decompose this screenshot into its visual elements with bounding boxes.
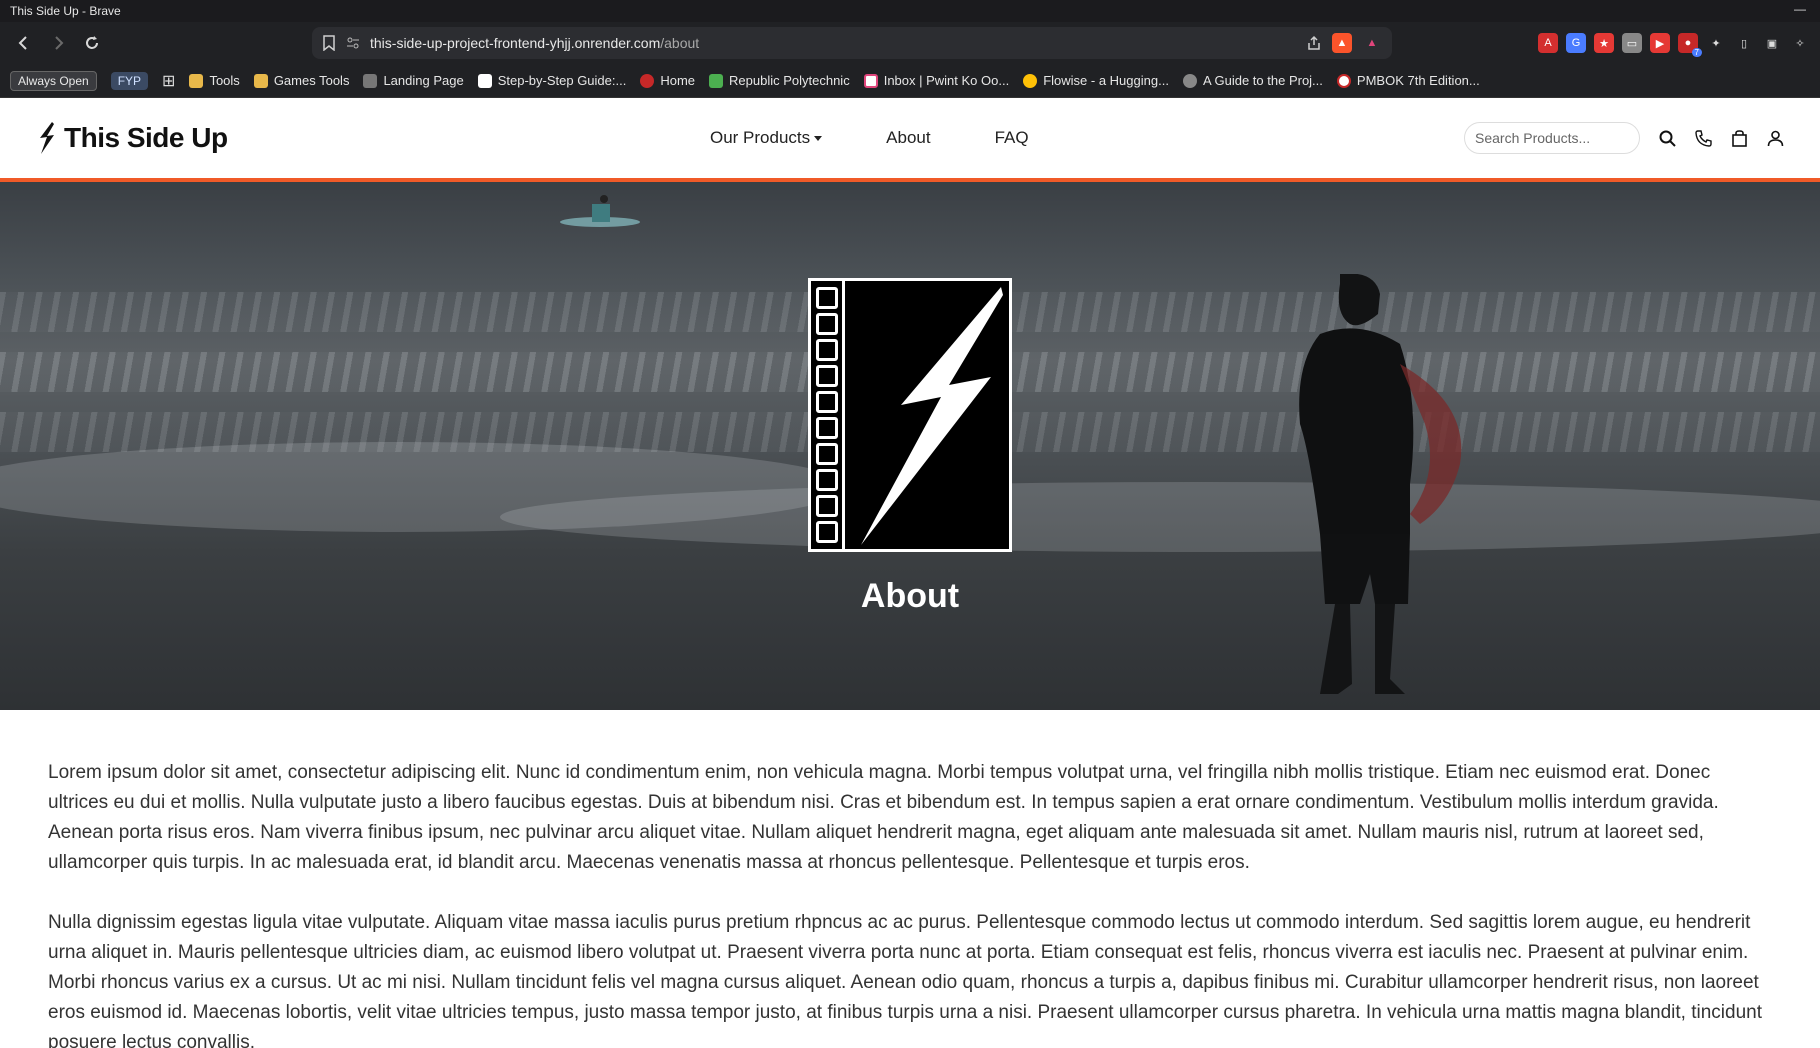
shopping-bag-icon[interactable] xyxy=(1730,129,1748,147)
rp-icon xyxy=(709,73,724,88)
bookmark-fyp[interactable]: FYP xyxy=(110,71,149,90)
bookmark-item[interactable]: Tools xyxy=(189,73,240,88)
header-actions xyxy=(1464,122,1784,154)
user-icon[interactable] xyxy=(1766,129,1784,147)
bookmarks-bar: Always Open FYP ⊞ Tools Games Tools Land… xyxy=(0,64,1820,98)
browser-title-bar: This Side Up - Brave — xyxy=(0,0,1820,22)
search-input[interactable] xyxy=(1464,122,1640,154)
bookmark-item[interactable]: Flowise - a Hugging... xyxy=(1023,73,1169,88)
this-side-up-logo-image xyxy=(808,278,1012,552)
lightning-icon xyxy=(40,122,54,154)
bookmark-item[interactable]: Republic Polytechnic xyxy=(709,73,850,88)
about-paragraph: Nulla dignissim egestas ligula vitae vul… xyxy=(48,912,1762,1048)
nav-our-products[interactable]: Our Products xyxy=(710,128,823,148)
bookmark-item[interactable]: PMBOK 7th Edition... xyxy=(1336,73,1480,88)
hero-banner: About xyxy=(0,182,1820,710)
medium-icon xyxy=(477,73,492,88)
phone-icon[interactable] xyxy=(1694,129,1712,147)
bookmark-icon[interactable] xyxy=(322,35,336,51)
arrow-right-icon xyxy=(55,36,64,50)
wallet-icon[interactable]: ▣ xyxy=(1762,33,1782,53)
url-text: this-side-up-project-frontend-yhjj.onren… xyxy=(370,35,700,51)
brave-shields-icon[interactable]: ▲ xyxy=(1332,33,1352,53)
logo-letter-strip xyxy=(811,281,845,549)
main-nav: Our Products About FAQ xyxy=(710,128,1029,148)
bookmark-always-open[interactable]: Always Open xyxy=(10,70,97,91)
bookmark-item[interactable]: Step-by-Step Guide:... xyxy=(477,73,626,88)
foam-decoration xyxy=(500,482,1820,552)
sidebar-icon[interactable]: ▯ xyxy=(1734,33,1754,53)
distant-surfer-image xyxy=(560,195,640,227)
brand-logo[interactable]: This Side Up xyxy=(36,121,228,155)
forward-button[interactable] xyxy=(44,29,72,57)
leo-icon[interactable]: ✧ xyxy=(1790,33,1810,53)
apps-grid-icon[interactable]: ⊞ xyxy=(162,71,175,91)
surfer-silhouette-image xyxy=(1299,274,1462,694)
brand-name: This Side Up xyxy=(64,122,228,153)
translate-extension-icon[interactable]: G xyxy=(1566,33,1586,53)
arrow-left-icon xyxy=(18,36,27,50)
folder-icon xyxy=(253,73,268,88)
window-title: This Side Up - Brave xyxy=(10,4,121,18)
share-icon[interactable] xyxy=(1306,35,1322,51)
hf-icon xyxy=(1023,73,1038,88)
bookmark-item[interactable]: Landing Page xyxy=(363,73,464,88)
back-button[interactable] xyxy=(10,29,38,57)
address-bar[interactable]: this-side-up-project-frontend-yhjj.onren… xyxy=(312,27,1392,59)
about-content: Lorem ipsum dolor sit amet, consectetur … xyxy=(0,710,1820,1048)
site-header: This Side Up Our Products About FAQ xyxy=(0,98,1820,182)
hero-title: About xyxy=(860,577,960,615)
caret-down-icon xyxy=(814,136,823,142)
extension-icon[interactable]: ● 7 xyxy=(1678,33,1702,57)
youtube-extension-icon[interactable]: ▶ xyxy=(1650,33,1670,53)
search-icon[interactable] xyxy=(1658,129,1676,147)
extensions-area: A G ★ ▭ ▶ ● 7 ✦ ▯ ▣ ✧ xyxy=(1538,33,1810,57)
reload-button[interactable] xyxy=(78,29,106,57)
book-icon xyxy=(1336,73,1351,88)
browser-toolbar: this-side-up-project-frontend-yhjj.onren… xyxy=(0,22,1820,64)
brave-rewards-icon[interactable]: ▲ xyxy=(1362,33,1382,53)
mail-icon xyxy=(863,73,878,88)
reload-icon xyxy=(86,36,98,49)
nav-about[interactable]: About xyxy=(886,128,930,148)
extension-icon[interactable]: ★ xyxy=(1594,33,1614,53)
puzzle-icon[interactable]: ✦ xyxy=(1706,33,1726,53)
about-paragraph: Lorem ipsum dolor sit amet, consectetur … xyxy=(48,762,1719,873)
bookmark-item[interactable]: Inbox | Pwint Ko Oo... xyxy=(863,73,1009,88)
site-settings-icon[interactable] xyxy=(346,36,360,50)
pdf-extension-icon[interactable]: A xyxy=(1538,33,1558,53)
nav-faq[interactable]: FAQ xyxy=(995,128,1029,148)
minimize-icon[interactable]: — xyxy=(1794,2,1806,16)
bookmark-item[interactable]: Home xyxy=(640,73,695,88)
folder-icon xyxy=(189,73,204,88)
bookmark-item[interactable]: A Guide to the Proj... xyxy=(1182,73,1323,88)
opera-icon xyxy=(640,73,655,88)
lightning-bolt-icon xyxy=(861,287,1003,545)
bookmark-item[interactable]: Games Tools xyxy=(253,73,349,88)
globe-icon xyxy=(1182,73,1197,88)
extension-icon[interactable]: ▭ xyxy=(1622,33,1642,53)
page-icon xyxy=(363,73,378,88)
